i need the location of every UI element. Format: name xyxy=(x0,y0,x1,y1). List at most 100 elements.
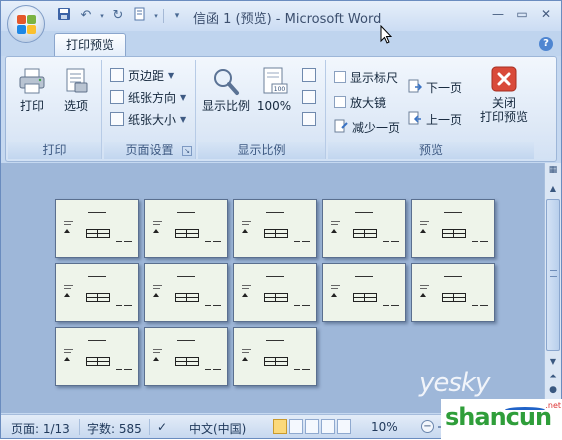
page-thumbnail[interactable] xyxy=(55,263,139,322)
ribbon-tab-strip: 打印预览 ? xyxy=(1,31,561,57)
page-100-icon: 100 xyxy=(259,66,289,96)
word-count[interactable]: 字数: 585 xyxy=(87,420,142,437)
page-thumbnail[interactable] xyxy=(144,199,228,258)
two-pages-button[interactable] xyxy=(302,88,316,106)
minimize-icon[interactable]: — xyxy=(487,4,509,24)
save-icon[interactable] xyxy=(55,7,73,25)
orientation-button[interactable]: 纸张方向 ▼ xyxy=(110,88,186,106)
one-page-icon xyxy=(302,68,316,82)
shrink-one-page-button[interactable]: 减少一页 xyxy=(334,118,400,136)
customize-icon[interactable]: ▾ xyxy=(168,7,186,25)
page-indicator[interactable]: 页面: 1/13 xyxy=(11,420,70,437)
zoom-level[interactable]: 10% xyxy=(371,420,398,434)
svg-text:100: 100 xyxy=(274,86,286,93)
zoom-button[interactable]: 显示比例 xyxy=(202,66,250,113)
printer-icon xyxy=(17,66,47,96)
window-controls: — ▭ ✕ xyxy=(487,4,557,24)
checkbox-icon xyxy=(334,96,346,108)
maximize-icon[interactable]: ▭ xyxy=(511,4,533,24)
redo-icon[interactable]: ↻ xyxy=(109,7,127,25)
group-zoom: 显示比例 100 100% 显示比例 xyxy=(198,60,326,159)
scroll-up-icon[interactable]: ▲ xyxy=(546,182,560,196)
group-preview: 显示标尺 放大镜 减少一页 下一页 上一页 关闭 打印预览 预览 xyxy=(328,60,534,159)
options-icon xyxy=(61,66,91,96)
watermark-swoosh-icon xyxy=(505,407,545,413)
paper-size-button[interactable]: 纸张大小 ▼ xyxy=(110,110,186,128)
outline-view-icon[interactable] xyxy=(321,419,335,434)
zoom-100-button[interactable]: 100 100% xyxy=(256,66,292,113)
chevron-down-icon: ▼ xyxy=(180,114,187,124)
status-divider xyxy=(149,419,150,435)
page-thumbnail[interactable] xyxy=(144,327,228,386)
page-thumbnail[interactable] xyxy=(144,263,228,322)
page-thumbnail[interactable] xyxy=(411,263,495,322)
office-button[interactable] xyxy=(7,5,45,43)
group-page-setup: 页边距 ▼ 纸张方向 ▼ 纸张大小 ▼ 页面设置 ↘ xyxy=(104,60,196,159)
close-icon[interactable]: ✕ xyxy=(535,4,557,24)
one-page-button[interactable] xyxy=(302,66,316,84)
tab-print-preview[interactable]: 打印预览 xyxy=(54,33,126,57)
two-pages-icon xyxy=(302,90,316,104)
page-width-button[interactable] xyxy=(302,110,316,128)
proofing-icon[interactable]: ✓ xyxy=(157,420,167,434)
page-width-icon xyxy=(302,112,316,126)
undo-dropdown-icon[interactable]: ▾ xyxy=(99,7,105,25)
shancun-watermark: shancun .net xyxy=(441,399,562,440)
group-label-preview: 预览 xyxy=(328,142,534,159)
page-thumbnail[interactable] xyxy=(411,199,495,258)
close-preview-icon xyxy=(491,66,517,92)
scroll-thumb[interactable] xyxy=(546,199,560,351)
chevron-down-icon: ▼ xyxy=(168,70,175,80)
ruler-toggle-icon[interactable]: ▦ xyxy=(546,165,560,179)
page-thumbnail[interactable] xyxy=(55,327,139,386)
print-layout-view-icon[interactable] xyxy=(273,419,287,434)
next-page-button[interactable]: 下一页 xyxy=(408,78,462,96)
checkbox-icon xyxy=(334,71,346,83)
undo-icon[interactable]: ↶ xyxy=(77,7,95,25)
qat-dropdown-icon[interactable]: ▾ xyxy=(153,7,159,25)
select-browse-object-icon[interactable]: ● xyxy=(546,384,560,396)
print-button[interactable]: 打印 xyxy=(14,66,50,113)
print-doc-icon[interactable] xyxy=(131,7,149,25)
page-thumbnail[interactable] xyxy=(55,199,139,258)
print-options-button[interactable]: 选项 xyxy=(56,66,96,113)
status-divider xyxy=(79,419,80,435)
word-window: ↶ ▾ ↻ ▾ ▾ 信函 1 (预览) - Microsoft Word — ▭… xyxy=(0,0,562,440)
paper-size-icon xyxy=(110,112,124,126)
qat-divider xyxy=(163,9,164,23)
group-label-zoom: 显示比例 xyxy=(198,142,325,159)
title-bar: ↶ ▾ ↻ ▾ ▾ 信函 1 (预览) - Microsoft Word — ▭… xyxy=(1,1,561,43)
web-layout-view-icon[interactable] xyxy=(305,419,319,434)
magnifier-icon xyxy=(211,66,241,96)
next-page-icon xyxy=(408,79,423,96)
ribbon: 打印 选项 打印 页边距 ▼ 纸张方向 ▼ 纸张大小 ▼ 页面设置 ↘ 显示比例… xyxy=(5,56,557,162)
page-thumbnail[interactable] xyxy=(233,327,317,386)
prev-page-button[interactable]: 上一页 xyxy=(408,110,462,128)
margins-icon xyxy=(110,68,124,82)
show-ruler-checkbox[interactable]: 显示标尺 xyxy=(334,68,398,86)
office-logo-icon xyxy=(17,15,36,34)
page-thumbnail[interactable] xyxy=(233,199,317,258)
group-print: 打印 选项 打印 xyxy=(8,60,102,159)
prev-page-icon xyxy=(408,111,422,128)
draft-view-icon[interactable] xyxy=(337,419,351,434)
margins-button[interactable]: 页边距 ▼ xyxy=(110,66,174,84)
chevron-down-icon: ▼ xyxy=(180,92,187,102)
zoom-out-icon[interactable]: − xyxy=(421,420,434,433)
page-thumbnail[interactable] xyxy=(322,263,406,322)
page-thumbnail[interactable] xyxy=(233,263,317,322)
scroll-down-icon[interactable]: ▼ xyxy=(546,355,560,369)
dialog-launcher-icon[interactable]: ↘ xyxy=(182,146,192,156)
page-thumbnail[interactable] xyxy=(322,199,406,258)
previous-page-icon[interactable]: ⏶ xyxy=(546,371,560,383)
language-indicator[interactable]: 中文(中国) xyxy=(189,420,246,437)
scroll-grip-icon xyxy=(550,270,557,277)
help-icon[interactable]: ? xyxy=(539,37,553,51)
quick-access-toolbar: ↶ ▾ ↻ ▾ ▾ xyxy=(55,7,186,25)
orientation-icon xyxy=(110,90,124,104)
full-screen-reading-view-icon[interactable] xyxy=(289,419,303,434)
vertical-scrollbar[interactable]: ▦ ▲ ▼ ⏶ ● ⏷ xyxy=(544,163,561,413)
shrink-page-icon xyxy=(334,119,348,136)
magnifier-checkbox[interactable]: 放大镜 xyxy=(334,93,386,111)
close-print-preview-button[interactable]: 关闭 打印预览 xyxy=(476,66,532,124)
